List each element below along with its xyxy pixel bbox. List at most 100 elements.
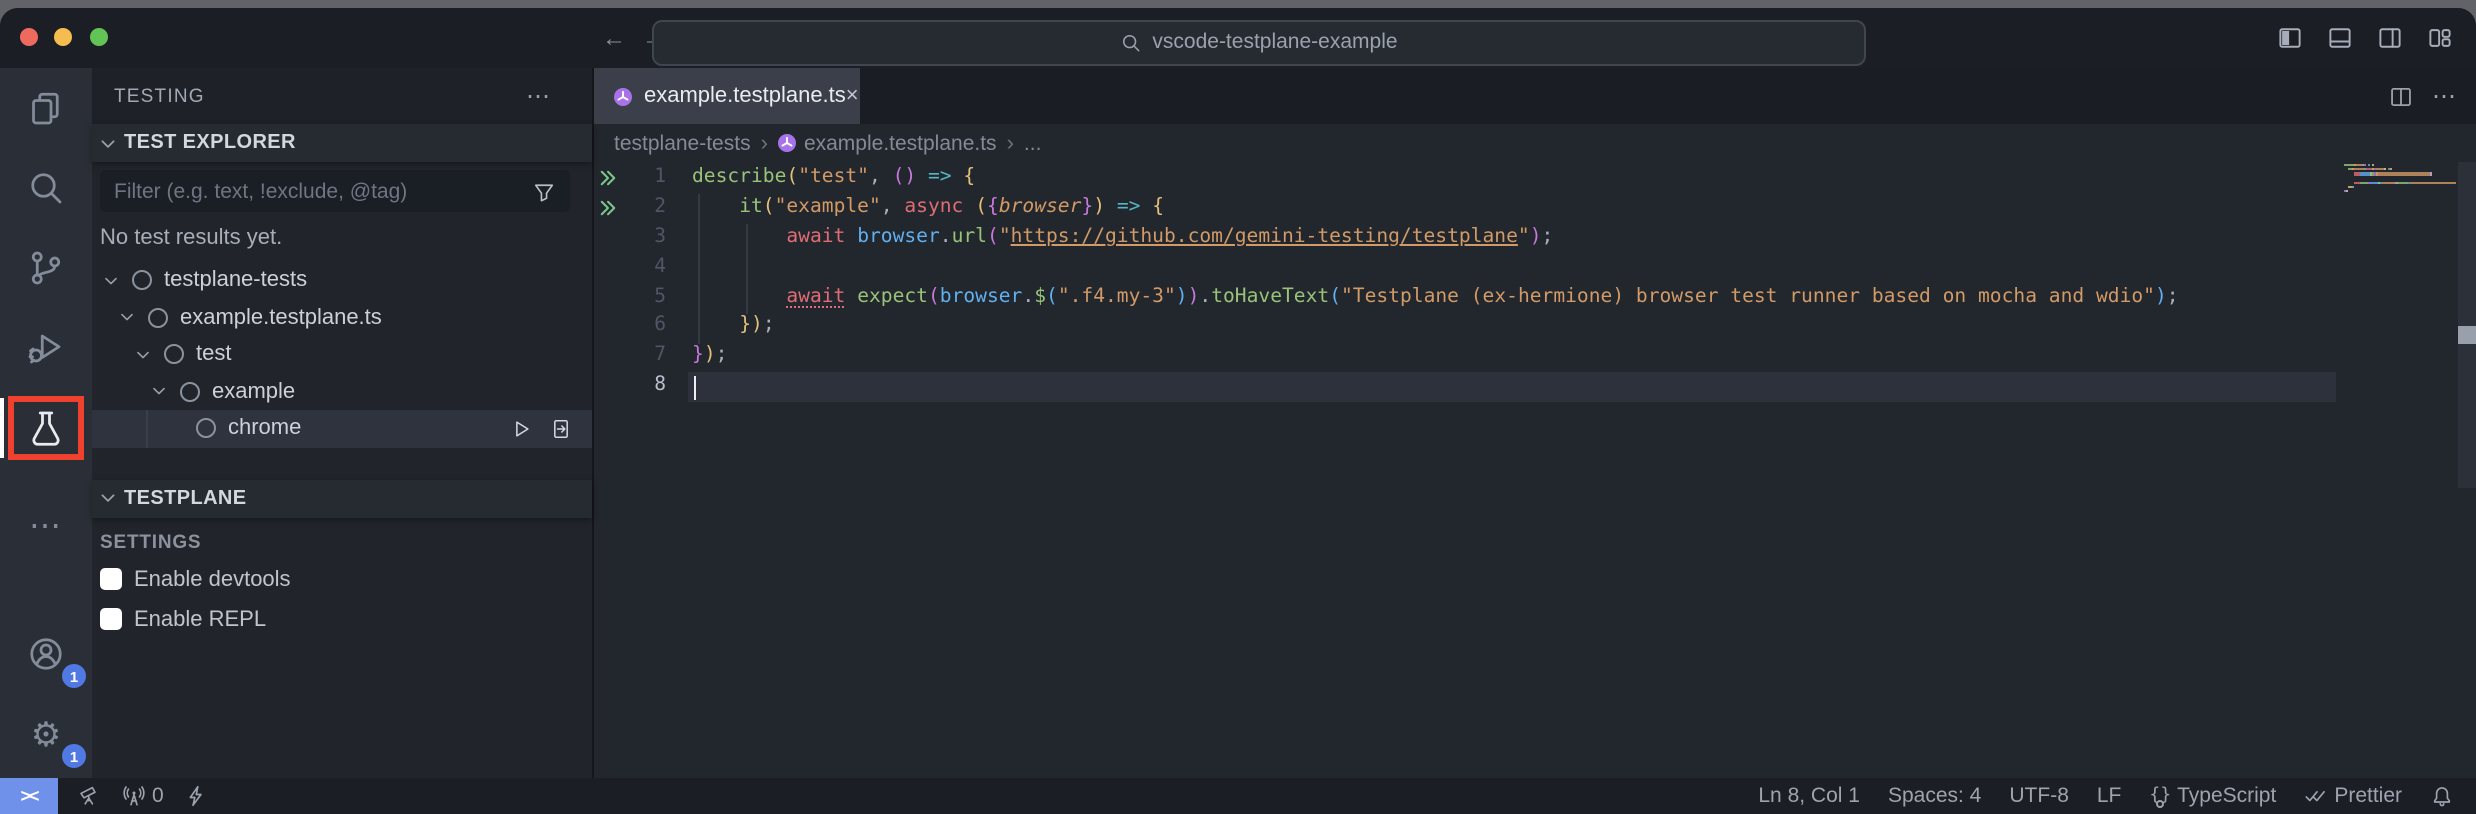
code-line-2[interactable]: 2 it("example", async ({browser}) => { (594, 194, 2476, 224)
toggle-primary-sidebar-button[interactable] (2276, 24, 2304, 52)
text-cursor (693, 375, 696, 399)
command-center[interactable]: vscode-testplane-example (652, 19, 1866, 65)
testplane-icon (778, 134, 796, 152)
minimap-line (2344, 182, 2456, 184)
nav-back-button[interactable]: ← (602, 24, 626, 52)
scrollbar-track[interactable] (2457, 162, 2476, 488)
status-remote-explorer[interactable] (78, 784, 102, 808)
status-power[interactable] (184, 784, 208, 808)
code-line-7[interactable]: 7}); (594, 343, 2476, 373)
line-number: 7 (620, 343, 666, 373)
status-cursor-position[interactable]: Ln 8, Col 1 (1758, 784, 1860, 808)
tree-item-testplane-tests[interactable]: testplane-tests (92, 262, 592, 299)
checkbox-label: Enable REPL (134, 607, 266, 631)
minimap[interactable] (2344, 164, 2456, 199)
line-number: 8 (620, 372, 666, 402)
code-area[interactable]: 1describe("test", () => {2 it("example",… (594, 162, 2476, 778)
activity-item-more[interactable]: ⋯ (0, 486, 92, 566)
ellipsis-icon: ⋯ (29, 506, 63, 546)
breadcrumb-item[interactable]: example.testplane.ts (778, 131, 997, 155)
code-text: }); (692, 343, 727, 373)
breadcrumb-item[interactable]: ... (1024, 131, 1042, 155)
status-label: Ln 8, Col 1 (1758, 784, 1860, 808)
test-state-icon (164, 345, 184, 365)
minimap-line (2344, 190, 2456, 192)
chevron-down-icon (134, 346, 154, 364)
activity-item-testing[interactable] (0, 388, 92, 468)
status-ports[interactable]: 0 (122, 784, 164, 808)
tree-item-example.testplane.ts[interactable]: example.testplane.ts (92, 299, 592, 336)
account-icon (26, 634, 66, 674)
minimize-window-button[interactable] (54, 28, 72, 46)
double-check-icon (2304, 784, 2328, 808)
activity-item-settings[interactable]: ⚙1 (0, 694, 92, 774)
activity-item-run-debug[interactable] (0, 308, 92, 388)
activity-item-explorer[interactable] (0, 68, 92, 148)
code-line-1[interactable]: 1describe("test", () => { (594, 164, 2476, 194)
command-center-label: vscode-testplane-example (1152, 30, 1397, 54)
tab-example-testplane[interactable]: example.testplane.ts × (594, 68, 860, 124)
zoom-window-button[interactable] (89, 28, 107, 46)
close-window-button[interactable] (19, 28, 37, 46)
run-test-gutter-icon[interactable] (594, 194, 620, 224)
active-indicator (0, 398, 3, 458)
toggle-secondary-sidebar-button[interactable] (2376, 24, 2404, 52)
tree-item-test[interactable]: test (92, 336, 592, 373)
run-test-gutter-icon[interactable] (594, 164, 620, 194)
activity-item-accounts[interactable]: 1 (0, 614, 92, 694)
tree-item-label: testplane-tests (164, 269, 307, 293)
activity-item-source-control[interactable] (0, 228, 92, 308)
tree-item-example[interactable]: example (92, 373, 592, 410)
editor-more-icon[interactable]: ⋯ (2432, 90, 2456, 102)
test-filter-box (100, 170, 570, 212)
status-formatter[interactable]: Prettier (2304, 784, 2402, 808)
status-indentation[interactable]: Spaces: 4 (1888, 784, 1981, 808)
code-line-8[interactable]: 8 (594, 372, 2476, 402)
code-text: await browser.url("https://github.com/ge… (692, 224, 1553, 254)
checkbox-unchecked[interactable] (100, 608, 122, 630)
tree-item-chrome[interactable]: chrome (92, 410, 592, 447)
status-label: Spaces: 4 (1888, 784, 1981, 808)
run-test-button[interactable] (510, 418, 532, 440)
test-filter-input[interactable] (100, 179, 532, 203)
code-line-6[interactable]: 6 }); (594, 313, 2476, 343)
status-notifications[interactable] (2430, 784, 2454, 808)
status-eol[interactable]: LF (2097, 784, 2122, 808)
status-encoding[interactable]: UTF-8 (2009, 784, 2069, 808)
tree-item-label: example (212, 380, 295, 404)
activity-item-search[interactable] (0, 148, 92, 228)
radio-tower-icon (122, 784, 146, 808)
testplane-file-icon (614, 87, 632, 105)
test-explorer-section-header[interactable]: TEST EXPLORER (92, 124, 592, 162)
toggle-panel-button[interactable] (2326, 24, 2354, 52)
sidebar-title: TESTING (114, 85, 205, 107)
checkbox-unchecked[interactable] (100, 568, 122, 590)
status-left: 0 (78, 784, 208, 808)
go-to-test-button[interactable] (550, 418, 572, 440)
split-editor-icon[interactable] (2388, 83, 2414, 109)
testplane-section-header[interactable]: TESTPLANE (92, 479, 592, 517)
scrollbar-thumb[interactable] (2457, 326, 2476, 343)
status-language-mode[interactable]: {}TypeScript (2149, 784, 2276, 808)
line-number: 6 (620, 313, 666, 343)
chevron-down-icon (98, 488, 118, 508)
test-state-icon (196, 419, 216, 439)
status-label: 0 (152, 784, 164, 808)
customize-layout-button[interactable] (2426, 24, 2454, 52)
sidebar-more-icon[interactable]: ⋯ (526, 90, 550, 102)
tab-close-icon[interactable]: × (846, 84, 859, 108)
code-line-5[interactable]: 5 await expect(browser.$(".f4.my-3")).to… (594, 283, 2476, 313)
chevron-down-icon (118, 309, 138, 327)
vscode-window: ← → vscode-testplane-example ⋯1⚙1 TESTIN… (0, 8, 2476, 814)
code-line-3[interactable]: 3 await browser.url("https://github.com/… (594, 224, 2476, 254)
gutter-spacer (594, 343, 620, 373)
breadcrumb-separator: › (1007, 131, 1014, 155)
badge: 1 (62, 664, 86, 688)
tree-item-label: test (196, 343, 231, 367)
breadcrumb-item[interactable]: testplane-tests (614, 131, 751, 155)
code-line-4[interactable]: 4 (594, 253, 2476, 283)
filter-icon[interactable] (532, 179, 556, 203)
breadcrumb-label: testplane-tests (614, 131, 751, 155)
status-remote[interactable]: >< (0, 778, 58, 814)
tab-bar: example.testplane.ts × ⋯ (594, 68, 2476, 124)
